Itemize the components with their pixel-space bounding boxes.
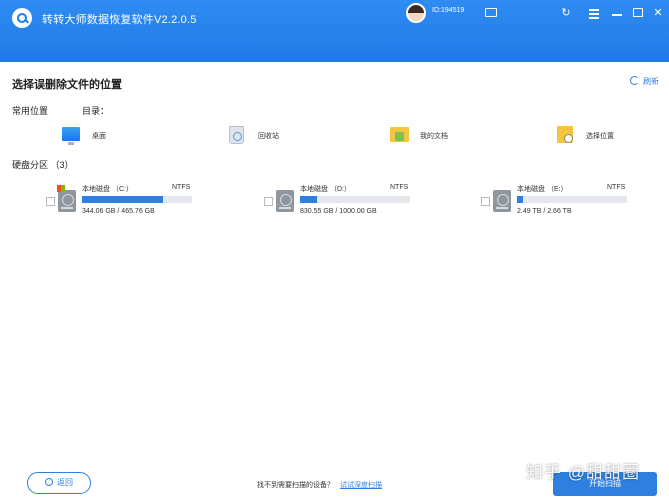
documents-folder-icon bbox=[390, 127, 409, 142]
drive-name: 本地磁盘 （D:） bbox=[300, 186, 351, 193]
desktop-icon bbox=[62, 127, 80, 145]
drive-filesystem: NTFS bbox=[390, 184, 409, 191]
maximize-icon[interactable] bbox=[630, 5, 646, 21]
avatar[interactable] bbox=[406, 3, 426, 23]
drive-checkbox[interactable] bbox=[46, 197, 55, 206]
screen-icon[interactable] bbox=[485, 8, 497, 17]
title-bar: 转转大师数据恢复软件V2.2.0.5 ID:194519 ↻ ✕ bbox=[0, 0, 669, 62]
watermark: 知乎 @甜甜圈 bbox=[526, 463, 640, 482]
refresh-label: 刷新 bbox=[643, 77, 659, 86]
drive-d[interactable]: 本地磁盘 （D:） NTFS 830.55 GB / 1000.00 GB bbox=[262, 184, 412, 224]
menu-icon[interactable] bbox=[586, 5, 602, 21]
back-button[interactable]: 返回 bbox=[27, 472, 91, 494]
drive-usage-bar bbox=[300, 196, 410, 203]
user-id: ID:194519 bbox=[432, 7, 465, 14]
drive-usage-fill bbox=[82, 196, 164, 203]
drive-checkbox[interactable] bbox=[264, 197, 273, 206]
disk-partitions-label: 硬盘分区 （3） bbox=[12, 160, 74, 170]
directory-label: 目录： bbox=[82, 106, 110, 116]
location-label: 选择位置 bbox=[586, 133, 614, 140]
location-label: 桌面 bbox=[92, 133, 106, 140]
back-arrow-icon bbox=[45, 478, 53, 486]
drive-size: 344.06 GB / 465.76 GB bbox=[82, 208, 155, 215]
app-title: 转转大师数据恢复软件V2.2.0.5 bbox=[42, 14, 197, 26]
location-label: 回收站 bbox=[258, 133, 279, 140]
select-location-icon bbox=[557, 126, 573, 143]
drive-usage-fill bbox=[300, 196, 317, 203]
drive-name: 本地磁盘 （C:） bbox=[82, 186, 133, 193]
hard-drive-icon bbox=[493, 190, 511, 212]
minimize-icon[interactable] bbox=[609, 5, 625, 21]
drive-usage-bar bbox=[517, 196, 627, 203]
drive-usage-fill bbox=[517, 196, 523, 203]
drive-usage-bar bbox=[82, 196, 192, 203]
drive-e[interactable]: 本地磁盘 （E:） NTFS 2.49 TB / 2.66 TB bbox=[479, 184, 629, 224]
refresh-icon bbox=[630, 76, 639, 85]
deep-scan-link[interactable]: 试试深度扫描 bbox=[340, 480, 382, 490]
refresh-button[interactable]: 刷新 bbox=[630, 76, 659, 90]
drive-filesystem: NTFS bbox=[607, 184, 626, 191]
feedback-icon[interactable]: ↻ bbox=[558, 5, 574, 21]
drive-size: 2.49 TB / 2.66 TB bbox=[517, 208, 572, 215]
drive-c[interactable]: 本地磁盘 （C:） NTFS 344.06 GB / 465.76 GB bbox=[44, 184, 194, 224]
common-locations-label: 常用位置 bbox=[12, 106, 49, 116]
close-icon[interactable]: ✕ bbox=[650, 5, 666, 21]
drive-name: 本地磁盘 （E:） bbox=[517, 186, 568, 193]
app-logo-icon bbox=[12, 8, 32, 28]
location-label: 我的文档 bbox=[420, 133, 448, 140]
drive-size: 830.55 GB / 1000.00 GB bbox=[300, 208, 377, 215]
cant-find-device-text: 找不到需要扫描的设备？ bbox=[257, 482, 334, 489]
recycle-bin-icon bbox=[229, 126, 244, 144]
drive-filesystem: NTFS bbox=[172, 184, 191, 191]
back-label: 返回 bbox=[57, 478, 73, 487]
hard-drive-icon bbox=[58, 190, 76, 212]
drive-checkbox[interactable] bbox=[481, 197, 490, 206]
hard-drive-icon bbox=[276, 190, 294, 212]
windows-badge-icon bbox=[57, 185, 65, 192]
page-title: 选择误删除文件的位置 bbox=[12, 79, 122, 91]
